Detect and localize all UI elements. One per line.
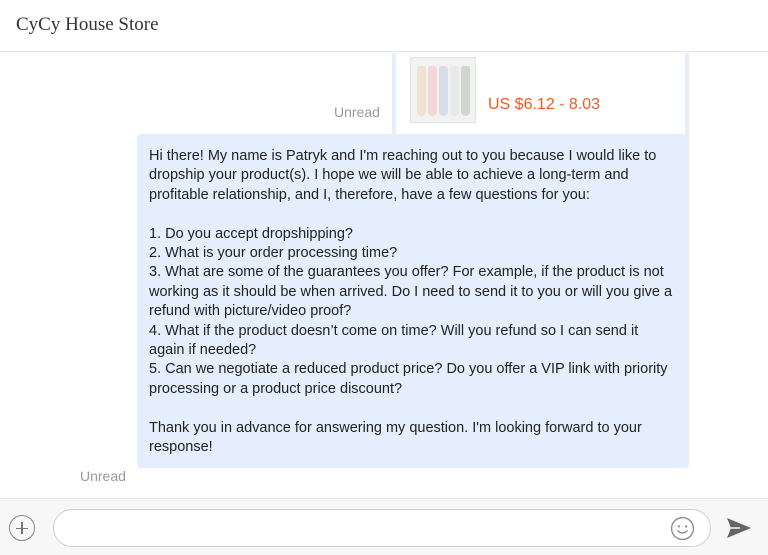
product-price: US $6.12 - 8.03 <box>488 96 601 113</box>
smiley-icon[interactable] <box>670 516 695 541</box>
message-input[interactable] <box>53 509 711 547</box>
chat-header: CyCy House Store <box>0 0 768 52</box>
sock-image-part <box>428 66 437 116</box>
product-thumbnail[interactable] <box>410 57 476 123</box>
sock-image-part <box>417 66 426 116</box>
unread-status-message: Unread <box>80 468 126 484</box>
send-arrow-icon[interactable] <box>725 516 753 540</box>
message-bubble: Hi there! My name is Patryk and I'm reac… <box>137 134 689 468</box>
unread-status-product: Unread <box>334 104 380 120</box>
store-name: CyCy House Store <box>16 14 159 35</box>
chat-area[interactable]: US $6.12 - 8.03 Unread Hi there! My name… <box>0 53 768 498</box>
message-composer <box>0 498 768 555</box>
sock-image-part <box>461 66 470 116</box>
sock-image-part <box>450 66 459 116</box>
plus-circle-icon[interactable] <box>9 515 35 541</box>
sock-image-part <box>439 66 448 116</box>
